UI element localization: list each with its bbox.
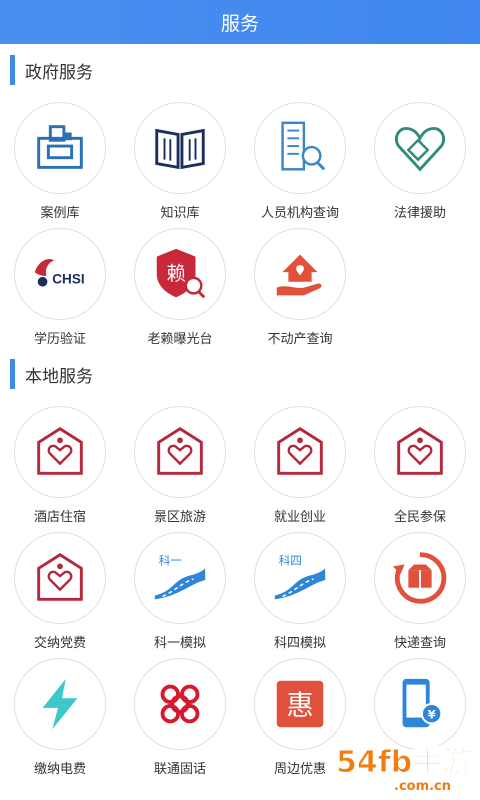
- local-services-grid: 酒店住宿 景区旅游 就业创业 全民参保 交纳党费 科一 科一模拟 科四 科四模拟…: [0, 400, 480, 778]
- top-bar: 服务: [0, 0, 480, 44]
- service-label: 全民参保: [393, 510, 446, 525]
- box-heart-icon: [254, 406, 346, 498]
- service-label: 交纳党费: [33, 636, 86, 651]
- watermark-text: 54fb手游网: [336, 745, 474, 780]
- service-label: 周边优惠: [273, 762, 326, 777]
- service-label: 联通固话: [153, 762, 206, 777]
- service-party-dues[interactable]: 交纳党费: [0, 526, 120, 652]
- case-library-icon: [14, 102, 106, 194]
- section-accent-bar: [10, 359, 15, 389]
- service-insurance[interactable]: 全民参保: [360, 400, 480, 526]
- hui-tag-icon: 惠: [254, 658, 346, 750]
- road-icon: 科四: [254, 532, 346, 624]
- service-label: 科四模拟: [273, 636, 326, 651]
- shield-logo-text: 赖: [166, 262, 185, 285]
- page-title: 服务: [220, 12, 259, 35]
- lightning-icon: [14, 658, 106, 750]
- phone-yen-icon: ¥: [374, 658, 466, 750]
- service-label: 老赖曝光台: [147, 332, 213, 347]
- section-accent-bar: [10, 55, 15, 85]
- house-hand-icon: [254, 228, 346, 320]
- svg-text:¥: ¥: [428, 708, 436, 722]
- shield-search-icon: 赖: [134, 228, 226, 320]
- service-label: 缴纳电费: [33, 762, 86, 777]
- watermark-logo: 54fb手游网 .com.cn: [336, 745, 475, 795]
- service-hotel[interactable]: 酒店住宿: [0, 400, 120, 526]
- box-heart-icon: [134, 406, 226, 498]
- hui-logo-text: 惠: [286, 691, 313, 722]
- service-label: 知识库: [160, 206, 200, 221]
- service-label: 科一模拟: [153, 636, 206, 651]
- service-label: 学历验证: [33, 332, 86, 347]
- service-education-verify[interactable]: CHSI 学历验证: [0, 222, 120, 348]
- section-header-local: 本地服务: [0, 348, 480, 400]
- service-scenic-travel[interactable]: 景区旅游: [120, 400, 240, 526]
- service-express-query[interactable]: 快递查询: [360, 526, 480, 652]
- chsi-logo-icon: CHSI: [14, 228, 106, 320]
- heart-hands-icon: [374, 102, 466, 194]
- box-heart-icon: [14, 406, 106, 498]
- service-label: 法律援助: [393, 206, 446, 221]
- box-heart-icon: [14, 532, 106, 624]
- service-label: 案例库: [40, 206, 80, 221]
- unicom-knot-icon: [134, 658, 226, 750]
- service-label: 人员机构查询: [260, 206, 339, 221]
- road-icon: 科一: [134, 532, 226, 624]
- service-employment[interactable]: 就业创业: [240, 400, 360, 526]
- road-logo-text: 科一: [159, 553, 183, 567]
- section-header-government: 政府服务: [0, 44, 480, 96]
- service-label: 酒店住宿: [33, 510, 86, 525]
- service-label: 就业创业: [273, 510, 326, 525]
- package-refresh-icon: [374, 532, 466, 624]
- building-search-icon: [254, 102, 346, 194]
- service-defaulter-exposure[interactable]: 赖 老赖曝光台: [120, 222, 240, 348]
- chsi-logo-text: CHSI: [52, 272, 84, 287]
- service-person-org-query[interactable]: 人员机构查询: [240, 96, 360, 222]
- service-label: 不动产查询: [267, 332, 333, 347]
- service-unicom-landline[interactable]: 联通固话: [120, 652, 240, 778]
- service-property-query[interactable]: 不动产查询: [240, 222, 360, 348]
- service-case-library[interactable]: 案例库: [0, 96, 120, 222]
- service-legal-aid[interactable]: 法律援助: [360, 96, 480, 222]
- service-driving-test-1[interactable]: 科一 科一模拟: [120, 526, 240, 652]
- service-knowledge-base[interactable]: 知识库: [120, 96, 240, 222]
- service-label: 景区旅游: [153, 510, 206, 525]
- service-label: 快递查询: [393, 636, 446, 651]
- box-heart-icon: [374, 406, 466, 498]
- section-title: 政府服务: [25, 62, 93, 83]
- service-driving-test-4[interactable]: 科四 科四模拟: [240, 526, 360, 652]
- book-icon: [134, 102, 226, 194]
- road-logo-text: 科四: [279, 553, 302, 567]
- service-electricity-bill[interactable]: 缴纳电费: [0, 652, 120, 778]
- section-title: 本地服务: [25, 366, 93, 387]
- watermark-subtext: .com.cn: [394, 779, 451, 794]
- government-services-grid: 案例库 知识库 人员机构查询 法律援助 CHSI 学历验证 赖 老赖曝光台 不动…: [0, 96, 480, 348]
